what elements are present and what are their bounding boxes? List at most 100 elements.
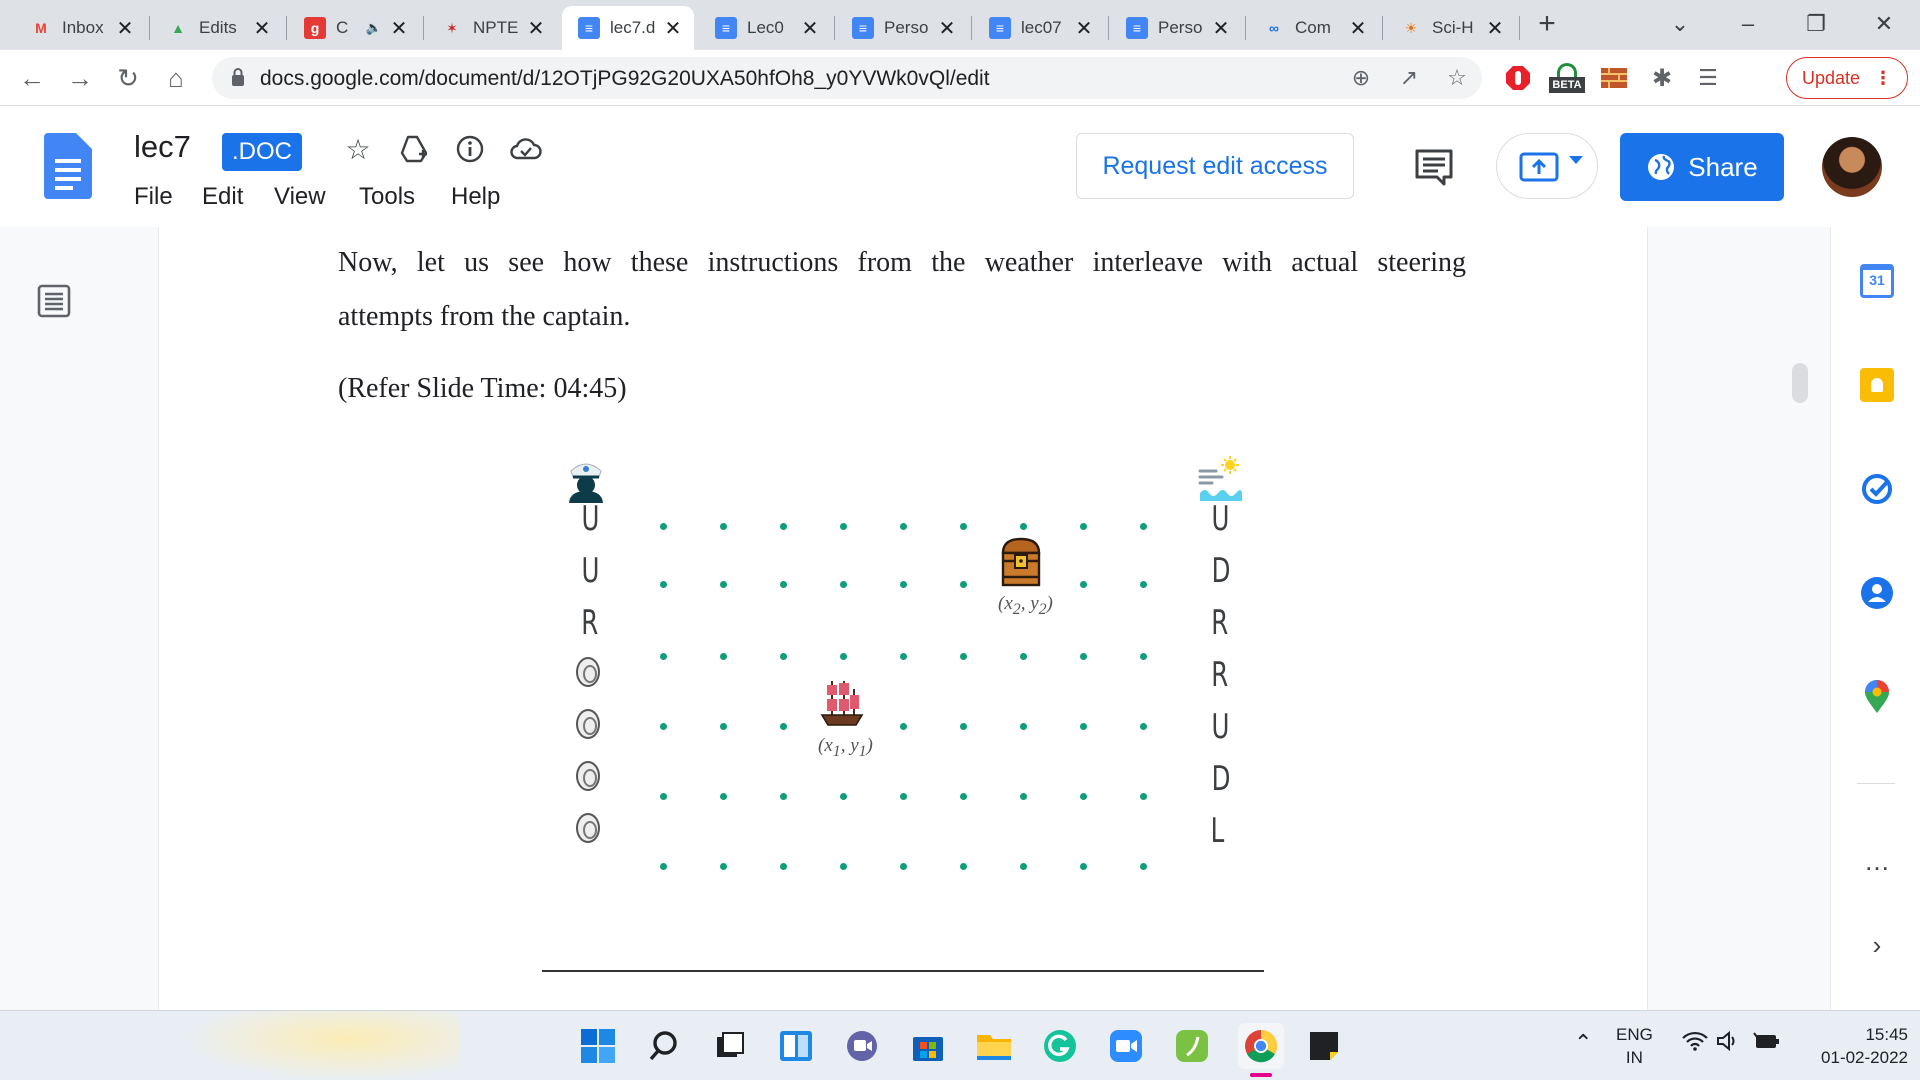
media-controls-icon[interactable]: ☰ [1692,62,1724,94]
document-outline-icon[interactable] [36,283,72,319]
zoom-app-icon[interactable] [1108,1028,1144,1064]
browser-tab[interactable]: g C 🔈 ✕ [288,6,420,50]
request-edit-access-button[interactable]: Request edit access [1076,133,1354,199]
show-hidden-icons-chevron-icon[interactable]: ⌃ [1574,1031,1592,1054]
paragraph-line: Now, let us see how these instructions f… [338,247,1466,278]
forward-arrow-icon[interactable]: → [62,60,98,96]
language-indicator[interactable]: ENG IN [1616,1023,1653,1069]
account-avatar[interactable] [1822,137,1882,197]
beta-extension-icon[interactable]: BETA [1548,62,1586,94]
close-tab-icon[interactable]: ✕ [662,17,684,40]
grid-dot [1140,723,1147,730]
menu-view[interactable]: View [274,183,326,211]
audio-playing-icon[interactable]: 🔈 [366,20,382,36]
browser-tab[interactable]: ≡ Lec0 ✕ [699,6,831,50]
minimize-icon[interactable]: – [1728,6,1768,42]
adblock-extension-icon[interactable] [1502,62,1534,94]
grid-dot [840,523,847,530]
browser-tab[interactable]: ∞ Com ✕ [1247,6,1379,50]
new-tab-icon[interactable]: + [1527,6,1567,42]
chrome-icon[interactable] [1238,1023,1284,1069]
browser-tab[interactable]: ≡ Perso ✕ [836,6,968,50]
update-button[interactable]: Update ⋮ [1786,57,1908,99]
share-button[interactable]: Share [1620,133,1784,201]
volume-icon[interactable] [1716,1030,1740,1057]
browser-tab[interactable]: M Inbox ✕ [14,6,146,50]
grid-dot [840,863,847,870]
file-explorer-icon[interactable] [976,1028,1012,1064]
document-details-info-icon[interactable] [452,131,488,167]
google-docs-logo-icon[interactable] [44,133,92,199]
cloud-saved-icon[interactable] [508,131,544,167]
clock[interactable]: 15:45 01-02-2022 [1796,1023,1908,1069]
close-tab-icon[interactable]: ✕ [251,17,273,40]
evernote-style-app-icon[interactable] [1174,1028,1210,1064]
browser-tab[interactable]: ≡ lec7.d ✕ [562,6,694,50]
google-tasks-icon[interactable] [1859,471,1895,507]
expand-chevron-icon[interactable]: › [1859,927,1895,963]
close-tab-icon[interactable]: ✕ [1484,17,1506,40]
more-apps-icon[interactable]: … [1859,843,1895,879]
grid-dot [900,723,907,730]
document-workspace: Now, let us see how these instructions f… [0,227,1830,1010]
zoom-icon[interactable]: ⊕ [1346,63,1376,93]
grammarly-icon[interactable] [1042,1028,1078,1064]
menu-tools[interactable]: Tools [359,183,415,211]
sticky-notes-icon[interactable] [1306,1028,1342,1064]
share-page-icon[interactable]: ↗ [1394,63,1424,93]
close-tab-icon[interactable]: ✕ [799,17,821,40]
battery-charging-icon[interactable] [1752,1031,1780,1057]
close-tab-icon[interactable]: ✕ [1347,17,1369,40]
weather-direction: L [1210,811,1225,851]
reload-icon[interactable]: ↻ [110,60,146,96]
grid-dot [660,581,667,588]
comment-history-icon[interactable] [1414,147,1454,187]
restore-icon[interactable]: ❐ [1796,6,1836,42]
address-bar[interactable]: docs.google.com/document/d/12OTjPG92G20U… [212,57,1482,99]
close-tab-icon[interactable]: ✕ [936,17,958,40]
wifi-icon[interactable] [1682,1031,1708,1057]
tab-search-chevron-icon[interactable]: ⌄ [1660,6,1700,42]
google-keep-icon[interactable] [1859,367,1895,403]
brick-extension-icon[interactable] [1598,62,1630,94]
google-maps-icon[interactable] [1859,679,1895,715]
widgets-icon[interactable] [778,1028,814,1064]
microsoft-store-icon[interactable] [910,1028,946,1064]
browser-tab[interactable]: ✶ NPTE ✕ [425,6,557,50]
bookmark-star-icon[interactable]: ☆ [1442,63,1472,93]
teams-chat-icon[interactable] [844,1028,880,1064]
grid-dot [840,653,847,660]
coin-icon [576,709,600,739]
star-icon[interactable]: ☆ [340,131,376,167]
search-icon[interactable] [646,1028,682,1064]
google-calendar-icon[interactable]: 31 [1859,263,1895,299]
grid-dot [1140,653,1147,660]
add-to-drive-icon[interactable] [396,131,432,167]
menu-file[interactable]: File [134,183,173,211]
document-title[interactable]: lec7 [134,129,191,165]
windows-start-icon[interactable] [580,1028,616,1064]
extensions-puzzle-icon[interactable]: ✱ [1646,62,1678,94]
grid-dot [780,581,787,588]
browser-tab[interactable]: ▲ Edits ✕ [151,6,283,50]
home-icon[interactable]: ⌂ [158,60,194,96]
browser-tab[interactable]: ☀ Sci-H ✕ [1384,6,1516,50]
present-button[interactable] [1496,133,1598,199]
tab-title: Lec0 [747,18,784,37]
menu-edit[interactable]: Edit [202,183,243,211]
close-tab-icon[interactable]: ✕ [1073,17,1095,40]
back-arrow-icon[interactable]: ← [14,60,50,96]
grid-dot [660,793,667,800]
scrollbar-thumb[interactable] [1792,363,1808,403]
close-window-icon[interactable]: ✕ [1864,6,1904,42]
close-tab-icon[interactable]: ✕ [525,17,547,40]
task-view-icon[interactable] [712,1028,748,1064]
close-tab-icon[interactable]: ✕ [388,17,410,40]
menu-help[interactable]: Help [451,183,500,211]
close-tab-icon[interactable]: ✕ [114,17,136,40]
tab-title: lec7.d [610,18,656,37]
close-tab-icon[interactable]: ✕ [1210,17,1232,40]
google-contacts-icon[interactable] [1859,575,1895,611]
browser-tab[interactable]: ≡ Perso ✕ [1110,6,1242,50]
browser-tab[interactable]: ≡ lec07 ✕ [973,6,1105,50]
